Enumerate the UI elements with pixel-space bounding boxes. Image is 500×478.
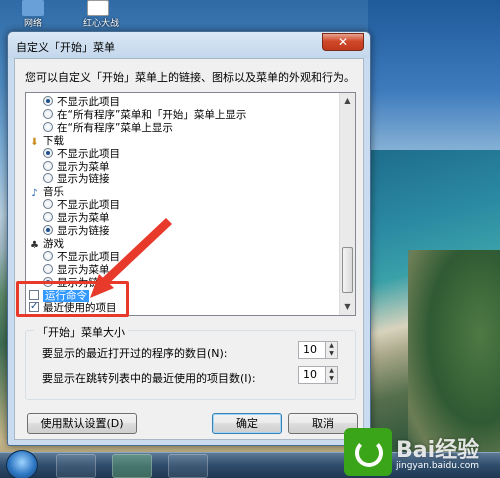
baidu-jingyan-watermark: Bai经验 jingyan.baidu.com [344, 428, 500, 478]
close-button[interactable]: ✕ [322, 33, 364, 51]
list-radio-row[interactable]: 显示为菜单 [43, 160, 110, 174]
list-row-label: 不显示此项目 [57, 250, 120, 263]
start-button[interactable] [6, 450, 38, 478]
dialog-intro-text: 您可以自定义「开始」菜单上的链接、图标以及菜单的外观和行为。 [25, 71, 355, 84]
radio-button[interactable] [43, 263, 53, 274]
list-category[interactable]: ⬇ 下载 [29, 135, 64, 148]
dialog-title: 自定义「开始」菜单 [16, 41, 115, 54]
list-radio-row[interactable]: 显示为菜单 [43, 263, 110, 277]
radio-button[interactable] [43, 225, 53, 235]
customize-start-menu-dialog: 自定义「开始」菜单 ✕ 您可以自定义「开始」菜单上的链接、图标以及菜单的外观和行… [7, 31, 371, 446]
jump-list-items-spinner[interactable]: 10 ▲ ▼ [298, 366, 338, 384]
watermark-brand: Bai经验 [396, 438, 480, 463]
list-scrollbar[interactable]: ▲ ▼ [339, 93, 355, 315]
start-menu-size-group: 「开始」菜单大小 要显示的最近打开过的程序的数目(N): 10 ▲ ▼ 要显示在跳… [25, 324, 356, 400]
radio-button[interactable] [43, 160, 53, 171]
desktop-icon-hearts[interactable]: 红心大战 [83, 0, 119, 29]
highlight-box [16, 281, 129, 317]
scroll-down-arrow-icon[interactable]: ▼ [340, 299, 355, 315]
taskbar-app-document[interactable] [168, 454, 208, 478]
music-icon: ♪ [31, 188, 38, 200]
list-row-label: 显示为菜单 [57, 160, 110, 173]
list-radio-row[interactable]: 显示为菜单 [43, 212, 110, 225]
list-radio-row[interactable]: 不显示此项目 [43, 96, 120, 109]
list-row-label: 显示为菜单 [57, 263, 110, 276]
recent-programs-label: 要显示的最近打开过的程序的数目(N): [42, 347, 228, 360]
radio-button[interactable] [43, 108, 53, 119]
recent-programs-value[interactable]: 10 [303, 343, 317, 356]
dialog-titlebar[interactable]: 自定义「开始」菜单 ✕ [8, 32, 370, 58]
jump-list-items-label: 要显示在跳转列表中的最近使用的项目数(I): [42, 372, 256, 385]
list-row-label: 音乐 [43, 186, 64, 199]
use-default-settings-button[interactable]: 使用默认设置(D) [27, 413, 137, 434]
desktop-icon-network[interactable]: 网络 [18, 0, 48, 29]
desktop-icon-label: 红心大战 [83, 19, 120, 29]
list-radio-row[interactable]: 显示为链接 [43, 173, 110, 186]
list-radio-row[interactable]: 不显示此项目 [43, 250, 120, 264]
spinner-updown-icon[interactable]: ▲ ▼ [325, 367, 337, 383]
radio-button[interactable] [43, 96, 53, 106]
jump-list-items-value[interactable]: 10 [303, 368, 317, 381]
list-radio-row[interactable]: 在“所有程序”菜单和「开始」菜单上显示 [43, 108, 247, 122]
radio-button[interactable] [43, 250, 53, 261]
list-row-label: 在“所有程序”菜单上显示 [57, 121, 173, 134]
list-row-label: 游戏 [43, 237, 64, 250]
desktop-wallpaper [368, 0, 500, 452]
recent-programs-spinner[interactable]: 10 ▲ ▼ [298, 341, 338, 359]
scroll-up-arrow-icon[interactable]: ▲ [340, 93, 355, 109]
downloads-icon: ⬇ [30, 136, 39, 148]
list-radio-row[interactable]: 显示为链接 [43, 225, 110, 238]
list-category[interactable]: ♣ 游戏 [29, 238, 64, 251]
watermark-url: jingyan.baidu.com [396, 461, 480, 471]
radio-button[interactable] [43, 121, 53, 132]
list-row-label: 不显示此项目 [57, 147, 120, 160]
ok-button[interactable]: 确定 [212, 413, 282, 434]
list-radio-row[interactable]: 不显示此项目 [43, 147, 120, 161]
dialog-client-area: 您可以自定义「开始」菜单上的链接、图标以及菜单的外观和行为。 最近使用的项目运行… [14, 58, 364, 440]
list-row-label: 显示为链接 [57, 225, 110, 237]
list-row-label: 下载 [43, 134, 64, 147]
spinner-updown-icon[interactable]: ▲ ▼ [325, 342, 337, 358]
radio-button[interactable] [43, 212, 53, 223]
list-row-label: 显示为菜单 [57, 212, 110, 225]
jingyan-logo-icon [344, 428, 392, 476]
list-row-label: 在“所有程序”菜单和「开始」菜单上显示 [57, 108, 247, 121]
group-legend: 「开始」菜单大小 [34, 324, 128, 340]
list-category[interactable]: ♪ 音乐 [29, 186, 64, 199]
scroll-thumb[interactable] [342, 247, 353, 293]
taskbar-app-browser[interactable] [112, 454, 152, 478]
radio-button[interactable] [43, 147, 53, 158]
taskbar-app-explorer[interactable] [56, 454, 96, 478]
games-icon: ♣ [30, 239, 39, 251]
network-icon [22, 0, 44, 16]
desktop-icon-label: 网络 [23, 19, 42, 29]
radio-button[interactable] [43, 199, 53, 210]
list-row-label: 不显示此项目 [57, 96, 120, 108]
radio-button[interactable] [43, 173, 53, 184]
list-row-label: 显示为链接 [57, 173, 110, 186]
list-row-label: 不显示此项目 [57, 199, 120, 212]
list-radio-row[interactable]: 在“所有程序”菜单上显示 [43, 121, 173, 135]
hearts-game-icon [87, 0, 109, 16]
list-radio-row[interactable]: 不显示此项目 [43, 199, 120, 212]
